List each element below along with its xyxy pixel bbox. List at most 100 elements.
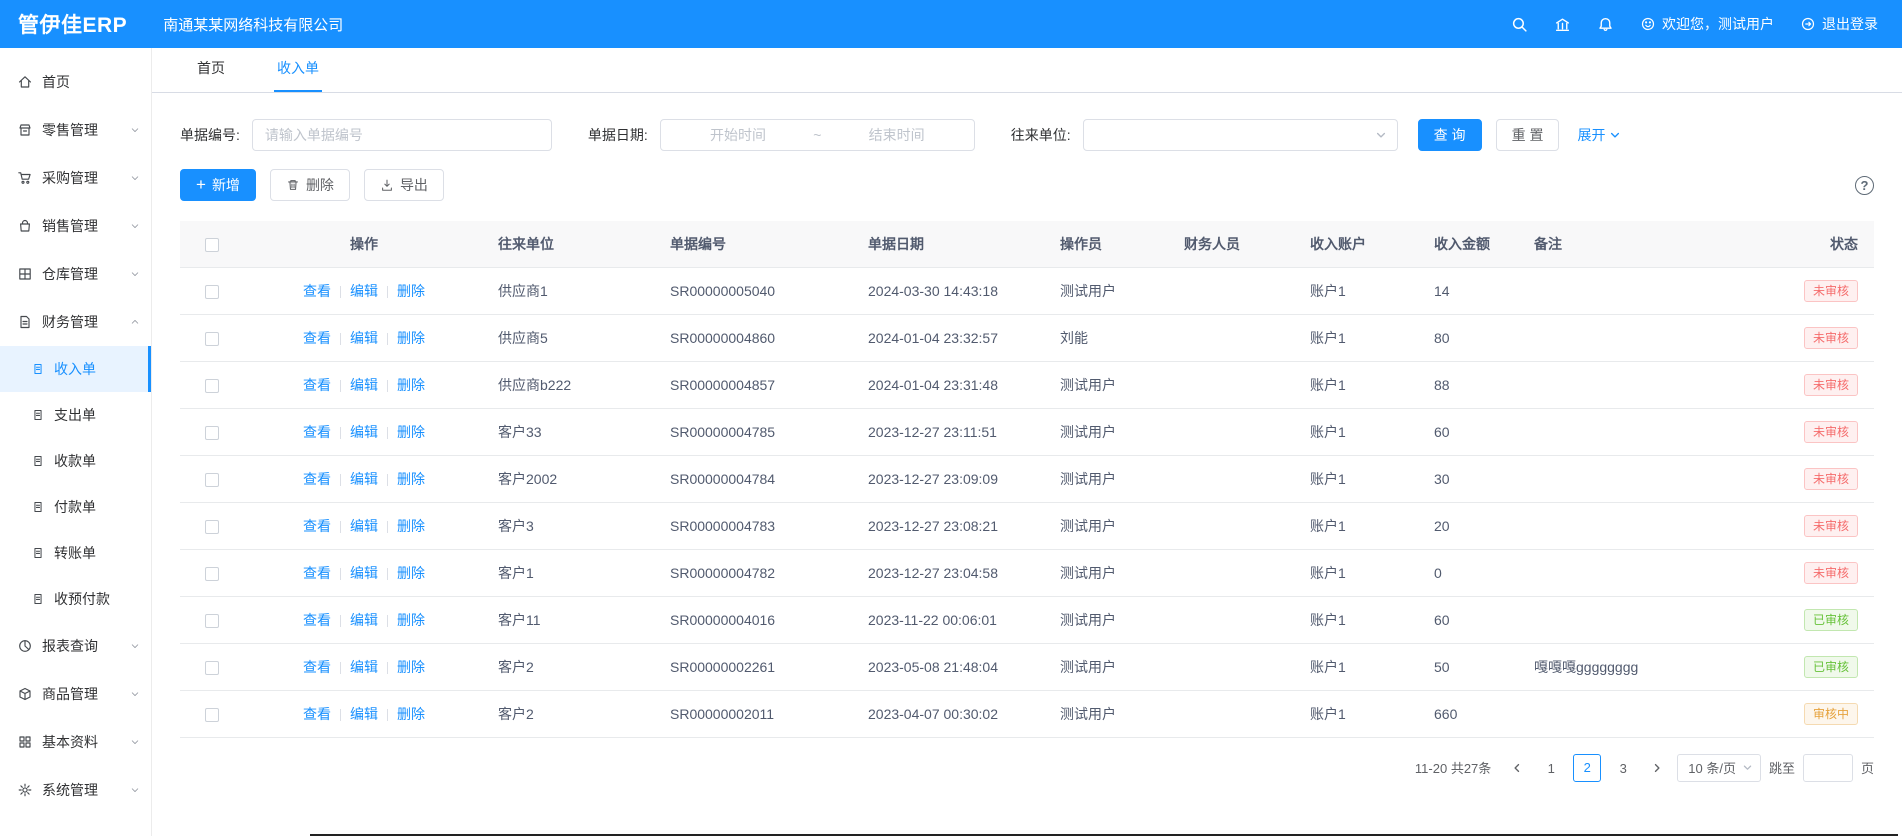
help-icon[interactable]: ? <box>1855 176 1874 195</box>
document-icon <box>31 454 45 468</box>
delete-link[interactable]: 删除 <box>397 706 425 722</box>
prev-page-button[interactable] <box>1505 754 1529 782</box>
row-checkbox[interactable] <box>205 379 219 393</box>
edit-link[interactable]: 编辑 <box>350 283 378 299</box>
cell-account: 账户1 <box>1296 408 1420 455</box>
edit-link[interactable]: 编辑 <box>350 612 378 628</box>
delete-button[interactable]: 删除 <box>270 169 350 201</box>
sidebar-item-system[interactable]: 系统管理 <box>0 766 151 814</box>
row-checkbox[interactable] <box>205 426 219 440</box>
sidebar-item-purchase[interactable]: 采购管理 <box>0 154 151 202</box>
page-2-button[interactable]: 2 <box>1573 754 1601 782</box>
page-1-button[interactable]: 1 <box>1537 754 1565 782</box>
next-page-button[interactable] <box>1645 754 1669 782</box>
select-all-checkbox[interactable] <box>205 238 219 252</box>
edit-link[interactable]: 编辑 <box>350 565 378 581</box>
row-checkbox[interactable] <box>205 473 219 487</box>
search-icon[interactable] <box>1511 16 1528 33</box>
cell-unit: 客户2002 <box>484 455 656 502</box>
row-checkbox[interactable] <box>205 708 219 722</box>
cell-date: 2023-04-07 00:30:02 <box>854 690 1046 737</box>
logout-button[interactable]: 退出登录 <box>1800 14 1878 34</box>
cell-finance <box>1170 267 1296 314</box>
notification-bell-icon[interactable] <box>1597 16 1614 33</box>
sidebar-subitem-transfer[interactable]: 转账单 <box>0 530 151 576</box>
bank-icon[interactable] <box>1554 16 1571 33</box>
row-checkbox[interactable] <box>205 332 219 346</box>
row-checkbox[interactable] <box>205 567 219 581</box>
add-button[interactable]: + 新增 <box>180 169 256 201</box>
number-input[interactable] <box>252 119 552 151</box>
cell-amount: 88 <box>1420 361 1520 408</box>
sidebar-item-basedata[interactable]: 基本资料 <box>0 718 151 766</box>
date-start-input[interactable] <box>671 127 805 143</box>
delete-link[interactable]: 删除 <box>397 612 425 628</box>
cell-date: 2023-12-27 23:11:51 <box>854 408 1046 455</box>
unit-select[interactable] <box>1083 119 1398 151</box>
page-size-select[interactable]: 10 条/页 <box>1677 754 1761 782</box>
welcome-user[interactable]: 欢迎您，测试用户 <box>1640 14 1774 34</box>
sidebar-item-finance[interactable]: 财务管理 <box>0 298 151 346</box>
delete-link[interactable]: 删除 <box>397 518 425 534</box>
edit-link[interactable]: 编辑 <box>350 659 378 675</box>
edit-link[interactable]: 编辑 <box>350 706 378 722</box>
view-link[interactable]: 查看 <box>303 565 331 581</box>
view-link[interactable]: 查看 <box>303 659 331 675</box>
jump-input[interactable] <box>1803 754 1853 782</box>
tab-income[interactable]: 收入单 <box>274 58 322 92</box>
edit-link[interactable]: 编辑 <box>350 424 378 440</box>
delete-link[interactable]: 删除 <box>397 565 425 581</box>
sidebar-subitem-expense[interactable]: 支出单 <box>0 392 151 438</box>
tab-bar: 首页 收入单 <box>152 48 1902 93</box>
reset-button[interactable]: 重 置 <box>1496 119 1560 151</box>
view-link[interactable]: 查看 <box>303 518 331 534</box>
delete-link[interactable]: 删除 <box>397 659 425 675</box>
sidebar-subitem-income[interactable]: 收入单 <box>0 346 151 392</box>
search-button[interactable]: 查 询 <box>1418 119 1482 151</box>
view-link[interactable]: 查看 <box>303 330 331 346</box>
view-link[interactable]: 查看 <box>303 283 331 299</box>
edit-link[interactable]: 编辑 <box>350 518 378 534</box>
edit-link[interactable]: 编辑 <box>350 471 378 487</box>
sidebar-item-report[interactable]: 报表查询 <box>0 622 151 670</box>
sidebar-item-retail[interactable]: 零售管理 <box>0 106 151 154</box>
view-link[interactable]: 查看 <box>303 377 331 393</box>
cell-finance <box>1170 690 1296 737</box>
view-link[interactable]: 查看 <box>303 706 331 722</box>
sidebar-item-warehouse[interactable]: 仓库管理 <box>0 250 151 298</box>
delete-link[interactable]: 删除 <box>397 330 425 346</box>
page-3-button[interactable]: 3 <box>1609 754 1637 782</box>
row-checkbox[interactable] <box>205 285 219 299</box>
delete-link[interactable]: 删除 <box>397 283 425 299</box>
cell-number: SR00000004016 <box>656 596 854 643</box>
sidebar-item-label: 销售管理 <box>42 216 98 236</box>
pagination: 11-20 共27条 1 2 3 10 条/页 跳至 页 <box>180 754 1874 782</box>
view-link[interactable]: 查看 <box>303 612 331 628</box>
date-range-picker[interactable]: ~ <box>660 119 975 151</box>
tab-home[interactable]: 首页 <box>194 58 228 92</box>
delete-link[interactable]: 删除 <box>397 471 425 487</box>
view-link[interactable]: 查看 <box>303 424 331 440</box>
table-row: 查看编辑删除客户2002SR000000047842023-12-27 23:0… <box>180 455 1874 502</box>
row-checkbox[interactable] <box>205 614 219 628</box>
row-checkbox[interactable] <box>205 520 219 534</box>
expand-link[interactable]: 展开 <box>1577 125 1621 145</box>
view-link[interactable]: 查看 <box>303 471 331 487</box>
sidebar-subitem-receipt[interactable]: 收款单 <box>0 438 151 484</box>
delete-link[interactable]: 删除 <box>397 424 425 440</box>
sidebar-item-sales[interactable]: 销售管理 <box>0 202 151 250</box>
cell-account: 账户1 <box>1296 361 1420 408</box>
export-button[interactable]: 导出 <box>364 169 444 201</box>
row-checkbox[interactable] <box>205 661 219 675</box>
sidebar-subitem-payment[interactable]: 付款单 <box>0 484 151 530</box>
cell-status: 未审核 <box>1770 549 1874 596</box>
delete-link[interactable]: 删除 <box>397 377 425 393</box>
cell-unit: 供应商1 <box>484 267 656 314</box>
edit-link[interactable]: 编辑 <box>350 330 378 346</box>
sidebar-item-home[interactable]: 首页 <box>0 58 151 106</box>
sidebar-item-goods[interactable]: 商品管理 <box>0 670 151 718</box>
cell-checkbox <box>180 549 244 596</box>
edit-link[interactable]: 编辑 <box>350 377 378 393</box>
date-end-input[interactable] <box>829 127 963 143</box>
sidebar-subitem-advance[interactable]: 收预付款 <box>0 576 151 622</box>
